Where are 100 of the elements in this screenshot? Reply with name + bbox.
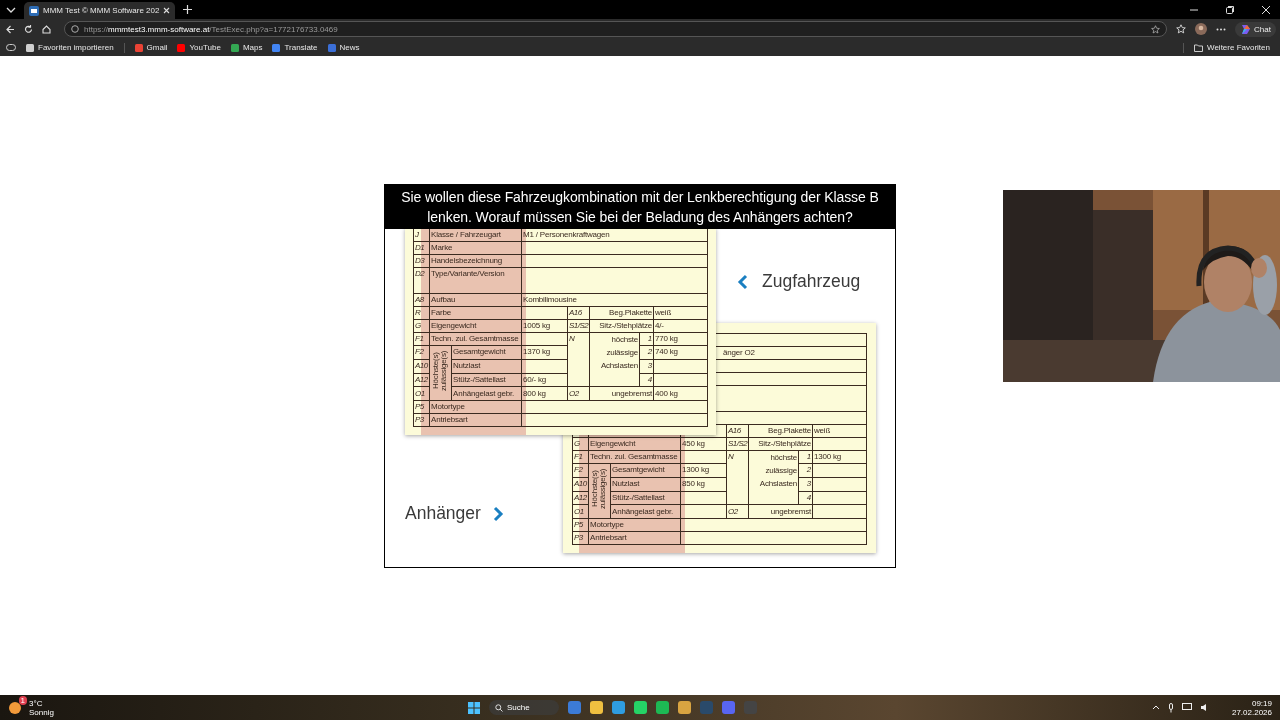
field-code: A10 (413, 359, 430, 373)
field-code: S1/S2 (726, 437, 749, 451)
bookmark-link[interactable]: Maps (230, 43, 263, 52)
field-label: Nutzlast (451, 359, 522, 373)
vehicle-label: Zugfahrzeug (762, 271, 861, 292)
field-value: 400 kg (653, 386, 708, 401)
field-value: 740 kg (653, 345, 708, 360)
weather-temperature: 3°C (29, 698, 44, 708)
field-code: D2 (413, 267, 430, 294)
field-label: Anhängelast gebr. (451, 386, 522, 401)
field-label: Farbe (429, 306, 522, 320)
field-code: O2 (567, 386, 590, 401)
field-code: 3 (639, 359, 654, 373)
field-value: 1300 kg (812, 450, 867, 464)
question-text: Sie wollen diese Fahrzeugkombination mit der Lenkberechtigung der Klasse B lenken. Worauf müssen Sie bei der Beladung des Anhängers achten? (385, 185, 895, 229)
field-label: Gesamtgewicht (451, 345, 522, 360)
restore-icon[interactable] (1226, 5, 1234, 14)
microphone-icon[interactable] (1167, 702, 1174, 713)
field-label: Anhängelast gebr. (610, 504, 681, 519)
close-icon[interactable] (1262, 5, 1270, 14)
app-icon[interactable] (656, 701, 669, 714)
field-code: A8 (413, 293, 430, 307)
weather-icon[interactable] (8, 699, 22, 714)
field-value: weiß (653, 306, 708, 320)
back-icon[interactable] (6, 24, 15, 34)
field-label: Achslasten (758, 478, 797, 490)
field-label: Marke (429, 241, 522, 255)
clock[interactable]: 09:19 27.02.2026 (1231, 698, 1272, 717)
star-icon[interactable] (1151, 24, 1161, 34)
browser-tab[interactable]: MMM Test © MMM Software 202 (24, 2, 176, 19)
tab-list-icon[interactable] (6, 6, 16, 13)
field-code: N (726, 450, 749, 505)
field-value: Kombilimousine (523, 295, 577, 304)
chat-button[interactable]: Chat (1235, 21, 1276, 37)
field-label: Höchste(s) zulässige(s) (432, 349, 449, 394)
field-code: F1 (413, 332, 430, 346)
network-icon[interactable] (1181, 703, 1192, 712)
new-tab-icon[interactable] (183, 5, 193, 14)
clock-time: 09:19 (1251, 698, 1272, 708)
bookmark-icon (327, 43, 336, 52)
bookmark-link[interactable]: YouTube (177, 43, 221, 52)
field-label: Sitz-/Stehplätze (748, 437, 813, 451)
folder-icon (1194, 43, 1203, 52)
field-code: D1 (413, 241, 430, 255)
bookmark-link[interactable]: Favoriten importieren (26, 43, 114, 52)
field-code: P3 (413, 413, 430, 427)
field-value: 4/- (653, 319, 708, 333)
field-label: zulässige (764, 465, 797, 477)
bookmark-icon (230, 43, 239, 52)
bookmark-folder[interactable]: Weitere Favoriten (1194, 43, 1270, 52)
field-label: Eigengewicht (588, 437, 681, 451)
field-label: Stütz-/Sattellast (451, 373, 522, 387)
field-code: A16 (726, 424, 749, 438)
app-icon[interactable] (634, 701, 647, 714)
field-code: R (413, 306, 430, 320)
bookmark-icon (272, 43, 281, 52)
search-field[interactable]: Suche (489, 700, 559, 715)
search-icon (495, 703, 503, 712)
more-icon[interactable] (1216, 27, 1227, 31)
field-label: Achslasten (599, 360, 638, 372)
field-code: 2 (798, 463, 813, 478)
field-label: höchste (769, 452, 797, 464)
notification-badge: 1 (18, 695, 27, 705)
field-label: Nutzlast (610, 477, 681, 491)
field-code: P3 (572, 531, 589, 545)
address-field[interactable]: https://mmmtest3.mmm-software.at/TestExec.php?a=1772176733.0469 (64, 21, 1168, 37)
field-label: Höchste(s) zulässige(s) (591, 467, 608, 512)
app-icon[interactable] (612, 701, 625, 714)
field-value: M1 / Personenkraftwagen (523, 230, 610, 239)
profile-avatar[interactable] (1195, 23, 1208, 35)
close-icon[interactable] (163, 7, 171, 14)
app-icon[interactable] (590, 701, 603, 714)
sidebar-toggle-icon[interactable] (6, 44, 16, 51)
start-icon[interactable] (468, 701, 480, 714)
field-code: 4 (639, 373, 654, 387)
app-icon[interactable] (678, 701, 691, 714)
field-label: Eigengewicht (429, 319, 522, 333)
field-label: Motortype (429, 400, 522, 414)
bookmark-link[interactable]: Translate (272, 43, 318, 52)
bookmark-link[interactable]: News (327, 43, 360, 52)
field-label: Techn. zul. Gesamtmasse (429, 332, 522, 346)
field-code: A12 (413, 373, 430, 387)
chevron-up-icon[interactable] (1151, 705, 1160, 710)
bookmark-link[interactable]: Gmail (134, 43, 168, 52)
field-code: A16 (567, 306, 590, 320)
home-icon[interactable] (42, 24, 51, 34)
reload-icon[interactable] (24, 24, 33, 34)
field-code: D3 (413, 254, 430, 268)
field-label: zulässige (605, 347, 638, 359)
favorites-icon[interactable] (1176, 24, 1187, 34)
field-code: O1 (572, 504, 589, 519)
weather-condition: Sonnig (29, 707, 54, 717)
clock-date: 27.02.2026 (1231, 707, 1272, 717)
field-label: Techn. zul. Gesamtmasse (588, 450, 681, 464)
field-label: Antriebsart (588, 531, 681, 545)
field-label: Sitz-/Stehplätze (589, 319, 654, 333)
field-label: Gesamtgewicht (610, 463, 681, 478)
field-code: 3 (798, 477, 813, 491)
field-label: ungebremst (748, 504, 813, 519)
field-code: A12 (572, 491, 589, 505)
